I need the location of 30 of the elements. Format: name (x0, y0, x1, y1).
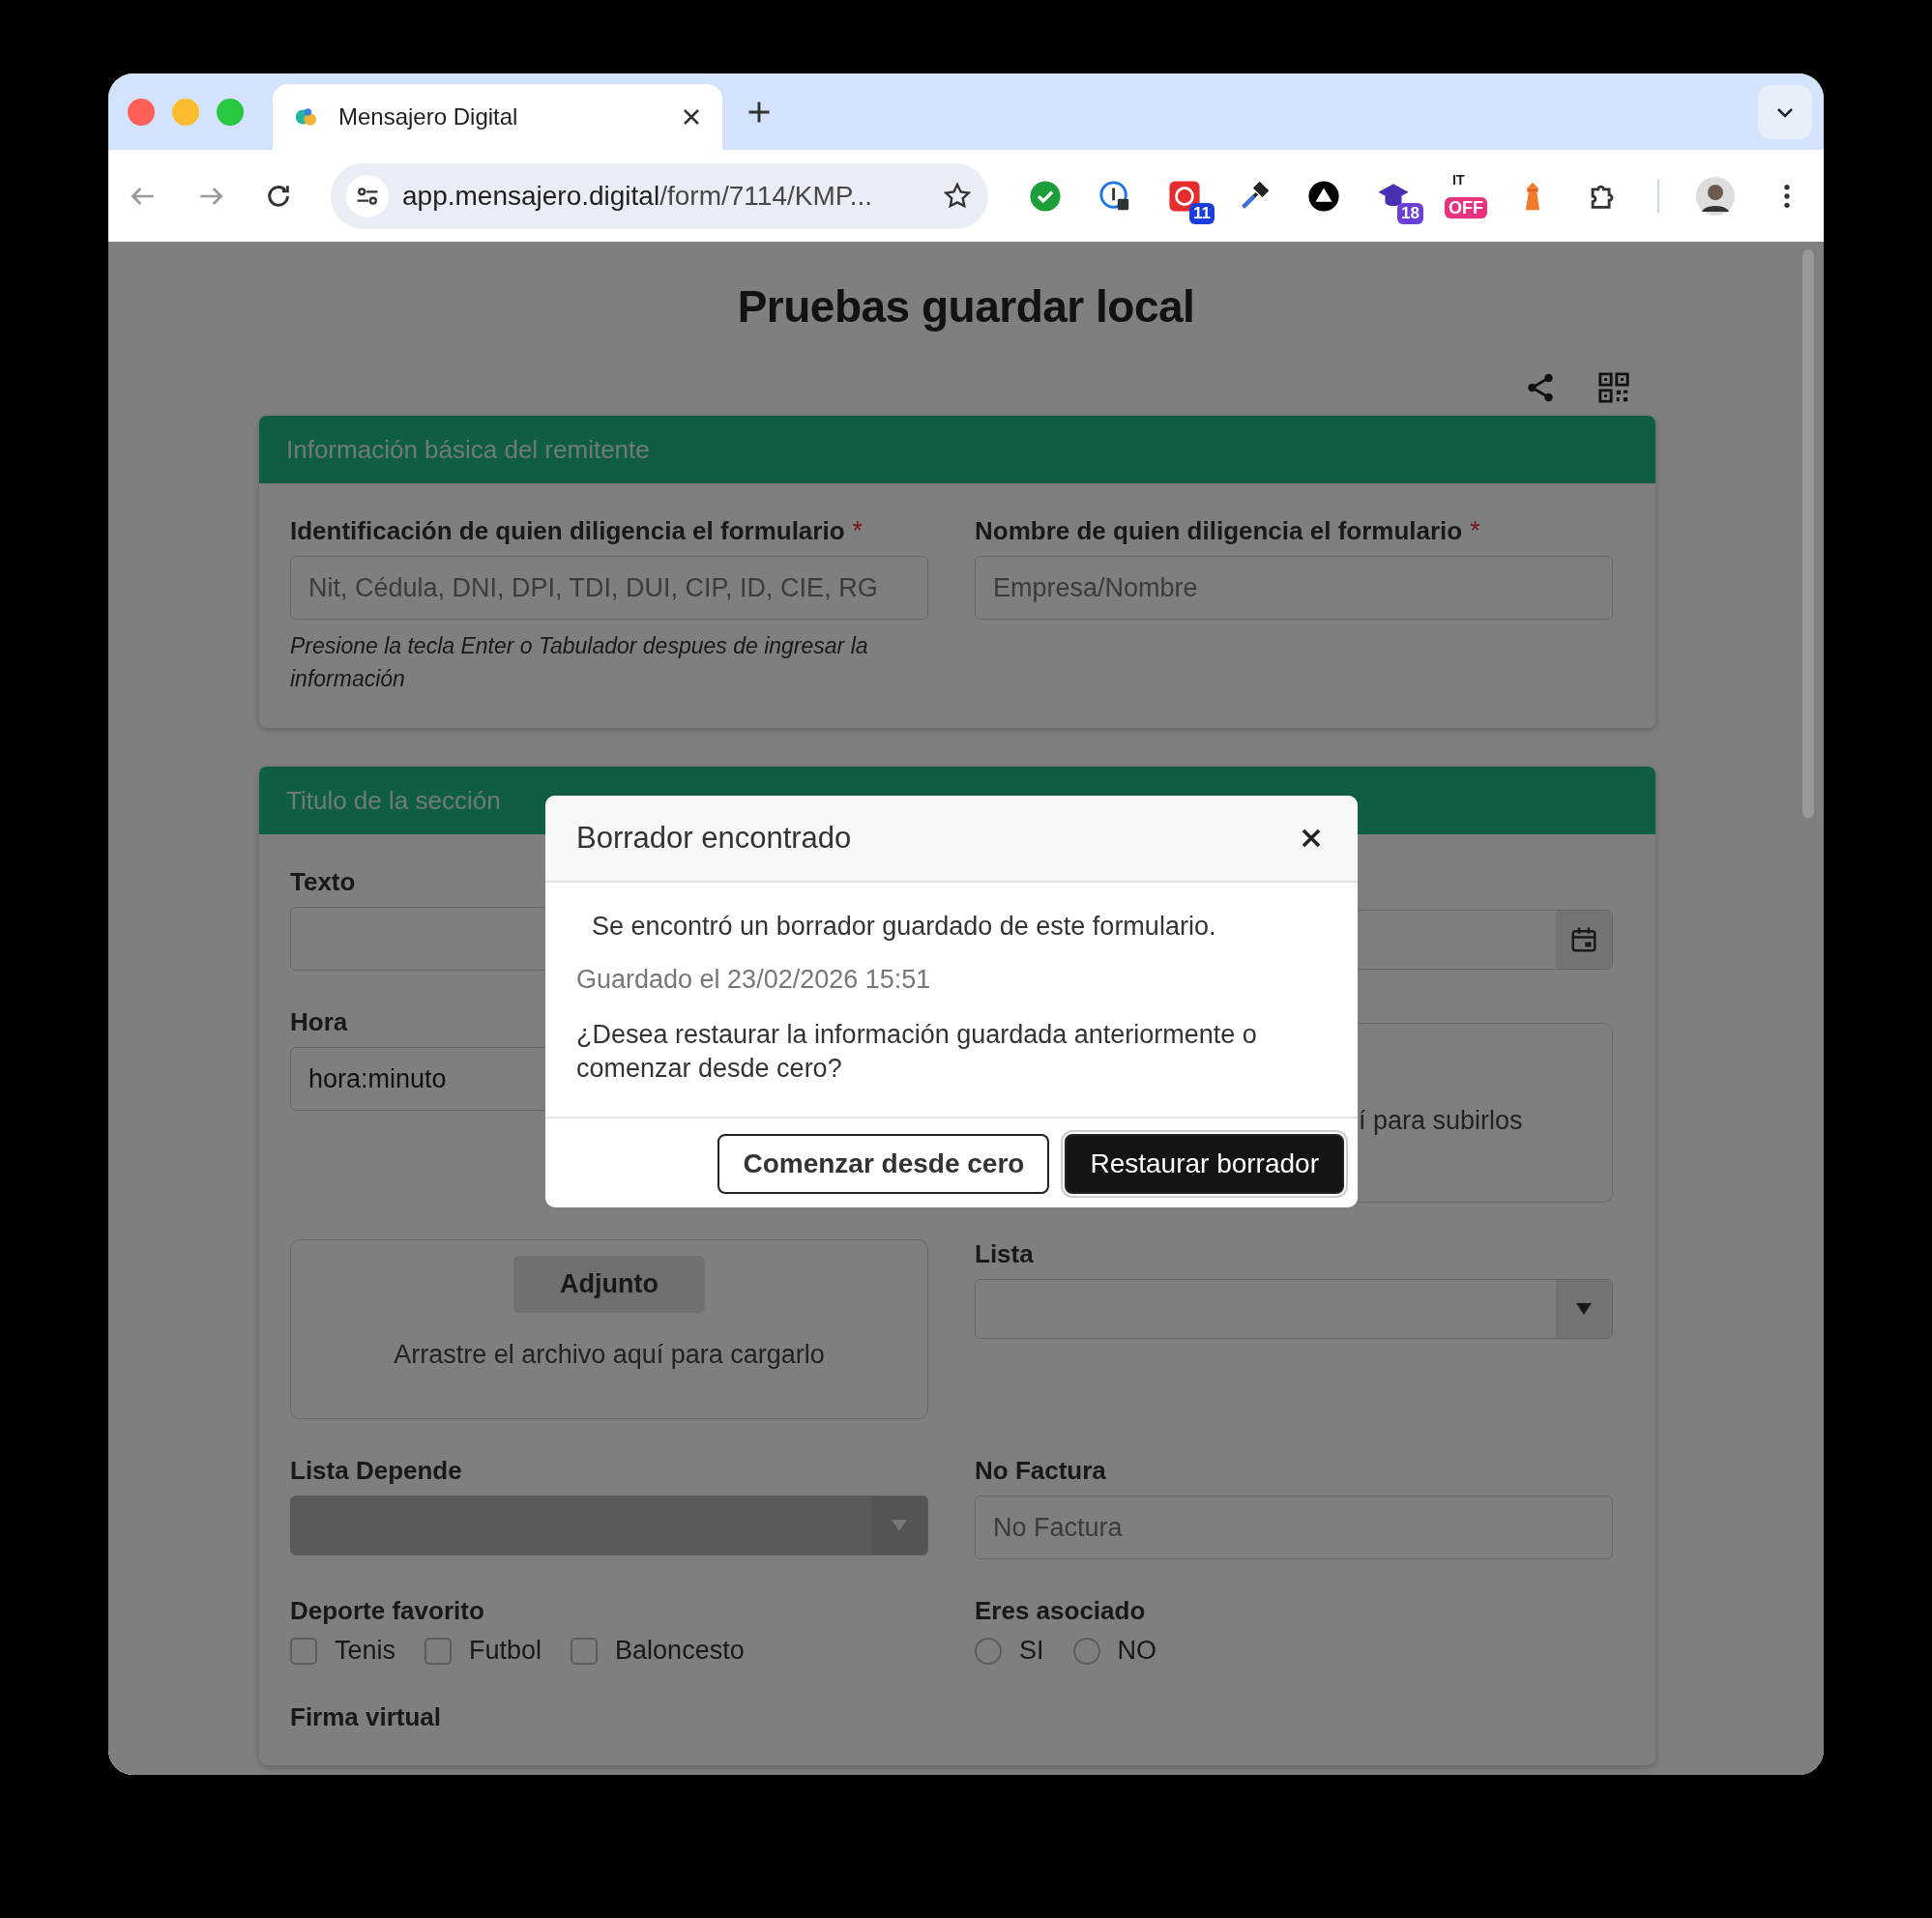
url-text: app.mensajero.digital/form/7114/KMP... (402, 180, 874, 212)
page-title: Pruebas guardar local (736, 280, 1196, 333)
field-label: Hora (290, 1007, 348, 1037)
option-label: SI (1019, 1636, 1044, 1666)
option-label: Baloncesto (615, 1636, 745, 1666)
field-label: Texto (290, 867, 356, 897)
help-text: Presione la tecla Enter o Tabulador despues de ingresar la información (290, 632, 869, 693)
field-label: Firma virtual (290, 1702, 442, 1732)
option-label: Futbol (469, 1636, 542, 1666)
required-mark: * (852, 516, 864, 546)
field-label: No Factura (975, 1456, 1106, 1486)
dropzone-text: Arrastre el archivo aquí para cargarlo (394, 1340, 825, 1370)
field-label: Lista Depende (290, 1456, 462, 1486)
option-label: NO (1117, 1636, 1156, 1666)
field-label: Eres asociado (975, 1596, 1146, 1626)
section-title: Titulo de la sección (286, 785, 501, 816)
field-label: Nombre de quien diligencia el formulario (975, 516, 1463, 546)
field-label: Deporte favorito (290, 1596, 484, 1626)
field-label: Lista (975, 1239, 1034, 1269)
dialog-question: ¿Desea restaurar la información guardada anteriormente o comenzar desde cero? (576, 1019, 1258, 1085)
section-title: Información básica del remitente (286, 434, 650, 465)
dialog-message: Se encontró un borrador guardado de este formulario. (591, 912, 1217, 942)
field-label: Identificación de quien diligencia el formulario (290, 516, 845, 546)
required-mark: * (1470, 516, 1480, 546)
dropzone-text: í para subirlos (1359, 1105, 1523, 1136)
option-label: Tenis (335, 1636, 396, 1666)
extension-label: IT (1452, 171, 1465, 188)
dialog-title: Borrador encontrado (576, 821, 852, 856)
tab-title: Mensajero Digital (338, 103, 519, 131)
saved-date: Guardado el 23/02/2026 15:51 (576, 965, 932, 995)
